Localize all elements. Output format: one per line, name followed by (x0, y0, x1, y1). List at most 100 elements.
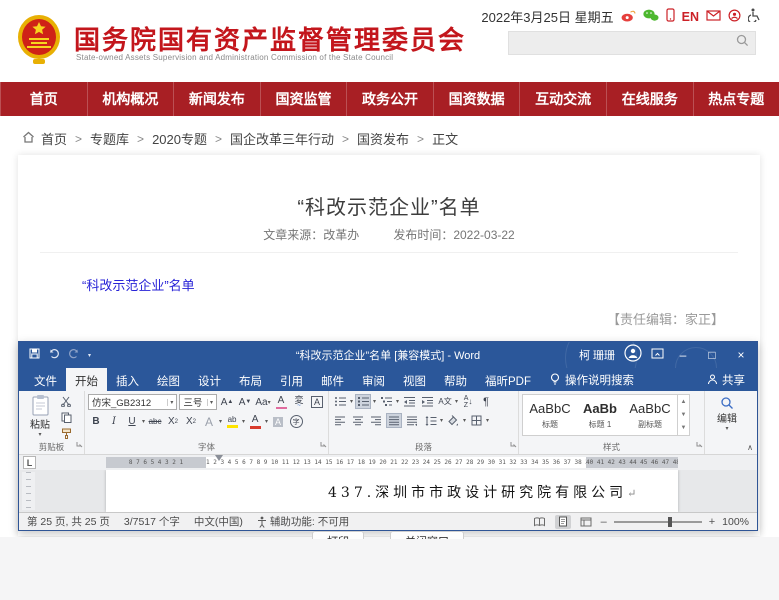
zoom-slider[interactable] (614, 521, 702, 523)
breadcrumb-item[interactable]: 国企改革三年行动 (230, 129, 334, 148)
ribbon-tab[interactable]: 审阅 (353, 368, 394, 391)
paragraph-dialog-launcher[interactable] (510, 435, 517, 453)
share-button[interactable]: 共享 (707, 368, 757, 391)
document-page[interactable]: 437.深圳市市政设计研究院有限公司↵ (106, 470, 678, 512)
ribbon-tab[interactable]: 文件 (25, 368, 66, 391)
character-shading-icon[interactable]: A (270, 414, 286, 429)
breadcrumb-item[interactable]: 正文 (432, 129, 458, 148)
decrease-indent-icon[interactable] (401, 394, 417, 409)
minimize-button[interactable]: – (673, 342, 693, 368)
nav-item[interactable]: 政务公开 (346, 82, 433, 116)
ribbon-display-options-icon[interactable] (651, 346, 664, 364)
collapse-ribbon-icon[interactable]: ∧ (747, 443, 753, 452)
grow-font-icon[interactable]: A▲ (219, 395, 235, 410)
styles-dialog-launcher[interactable] (696, 435, 703, 453)
phonetic-guide-icon[interactable]: 変~ (291, 395, 307, 410)
change-case-icon[interactable]: Aa▾ (255, 395, 271, 410)
mail-icon[interactable] (706, 9, 721, 24)
underline-dropdown[interactable]: ▾ (142, 418, 145, 425)
cut-icon[interactable] (58, 394, 74, 409)
page-action-button[interactable]: 打印 (312, 531, 364, 539)
indent-marker[interactable] (215, 455, 223, 461)
ribbon-tab[interactable]: 视图 (394, 368, 435, 391)
nav-item[interactable]: 首页 (0, 82, 87, 116)
ribbon-tab[interactable]: 绘图 (148, 368, 189, 391)
web-layout-icon[interactable] (578, 515, 594, 529)
save-icon[interactable] (29, 346, 40, 364)
qat-dropdown-icon[interactable]: ▾ (88, 352, 91, 359)
asian-layout-icon[interactable]: A文 (437, 394, 453, 409)
breadcrumb-item[interactable]: 2020专题 (152, 129, 207, 148)
breadcrumb-item[interactable]: 专题库 (90, 129, 129, 148)
align-left-icon[interactable] (332, 413, 348, 428)
strikethrough-button[interactable]: abc (147, 414, 163, 429)
page-action-button[interactable]: 关闭窗口 (390, 531, 464, 539)
align-right-icon[interactable] (368, 413, 384, 428)
contact-icon[interactable] (728, 9, 741, 25)
align-center-icon[interactable] (350, 413, 366, 428)
zoom-in-button[interactable]: + (709, 516, 715, 528)
style-tile[interactable]: AaBbC 标题 (525, 400, 575, 429)
text-effects-dropdown[interactable]: ▾ (219, 418, 222, 425)
horizontal-ruler[interactable]: 8 7 6 5 4 3 2 1 1 2 3 4 5 6 7 8 9 10 11 … (106, 457, 678, 468)
close-button[interactable]: × (731, 342, 751, 368)
justify-icon[interactable] (386, 413, 402, 428)
editing-button[interactable]: 编辑▾ (708, 394, 746, 432)
character-border-icon[interactable]: A (309, 395, 325, 410)
weibo-icon[interactable] (621, 9, 636, 25)
increase-indent-icon[interactable] (419, 394, 435, 409)
superscript-button[interactable]: X2 (183, 414, 199, 429)
show-marks-icon[interactable]: ¶ (478, 394, 494, 409)
font-dialog-launcher[interactable] (320, 435, 327, 453)
page-indicator[interactable]: 第 25 页, 共 25 页 (27, 514, 110, 529)
numbering-icon[interactable] (355, 394, 371, 409)
breadcrumb-item[interactable]: 首页 (41, 129, 67, 148)
accessibility-icon[interactable] (748, 8, 760, 25)
document-area[interactable]: 437.深圳市市政设计研究院有限公司↵ (19, 470, 757, 512)
nav-item[interactable]: 在线服务 (606, 82, 693, 116)
tell-me-search[interactable]: 操作说明搜索 (540, 368, 644, 391)
enclose-character-icon[interactable]: 字 (288, 414, 304, 429)
clear-format-icon[interactable]: A (273, 395, 289, 410)
bullets-icon[interactable] (332, 394, 348, 409)
clipboard-dialog-launcher[interactable] (76, 435, 83, 453)
styles-scrollbar[interactable]: ▲▼▼ (678, 394, 690, 436)
distribute-icon[interactable] (404, 413, 420, 428)
paste-button[interactable]: 粘贴▾ (22, 394, 58, 442)
ribbon-tab[interactable]: 开始 (66, 368, 107, 391)
nav-item[interactable]: 热点专题 (693, 82, 779, 116)
font-size-combo[interactable]: 三号▾ (179, 394, 217, 410)
font-color-icon[interactable]: A (247, 414, 263, 429)
shading-icon[interactable] (445, 413, 461, 428)
nav-item[interactable]: 互动交流 (519, 82, 606, 116)
mobile-icon[interactable] (666, 8, 675, 25)
multilevel-list-icon[interactable] (378, 394, 394, 409)
tab-selector[interactable]: L (23, 456, 36, 469)
ribbon-tab[interactable]: 设计 (189, 368, 230, 391)
style-tile[interactable]: AaBb 标题 1 (575, 400, 625, 429)
ribbon-tab[interactable]: 布局 (230, 368, 271, 391)
shrink-font-icon[interactable]: A▼ (237, 395, 253, 410)
ribbon-tab[interactable]: 福昕PDF (476, 368, 540, 391)
search-icon[interactable] (736, 34, 749, 52)
ribbon-tab[interactable]: 引用 (271, 368, 312, 391)
english-link[interactable]: EN (682, 10, 699, 24)
font-color-dropdown[interactable]: ▾ (265, 418, 268, 425)
ribbon-tab[interactable]: 插入 (107, 368, 148, 391)
print-layout-icon[interactable] (555, 515, 571, 529)
ribbon-tab[interactable]: 邮件 (312, 368, 353, 391)
account-name[interactable]: 柯 珊珊 (579, 347, 615, 363)
sort-icon[interactable]: AZ↓ (460, 394, 476, 409)
wechat-icon[interactable] (643, 9, 659, 25)
restore-button[interactable]: □ (702, 342, 722, 368)
undo-icon[interactable] (48, 346, 60, 364)
zoom-out-button[interactable]: – (601, 516, 607, 528)
highlight-dropdown[interactable]: ▾ (242, 418, 245, 425)
word-count[interactable]: 3/7517 个字 (124, 514, 180, 529)
attachment-link[interactable]: “科改示范企业”名单 (82, 275, 195, 294)
borders-icon[interactable] (468, 413, 484, 428)
read-mode-icon[interactable] (532, 515, 548, 529)
nav-item[interactable]: 机构概况 (87, 82, 174, 116)
zoom-slider-thumb[interactable] (668, 517, 672, 527)
nav-item[interactable]: 新闻发布 (173, 82, 260, 116)
